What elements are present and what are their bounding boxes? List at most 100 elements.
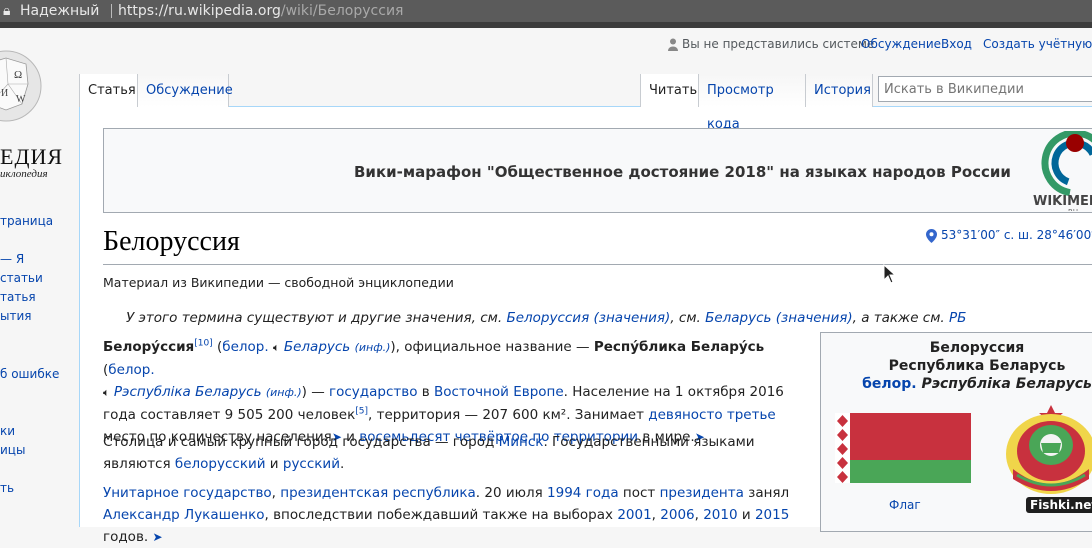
url-path: /wiki/Белоруссия (280, 3, 404, 19)
watermark: Fishki.net (1026, 497, 1092, 513)
text: и (265, 456, 283, 472)
wikimedia-logo[interactable]: WIKIMEDI RU (1030, 131, 1092, 211)
infobox-official-name: Республика Беларусь (888, 358, 1066, 374)
text: , (271, 485, 281, 501)
reference-link[interactable]: [10] (194, 339, 212, 349)
link-russian-lang[interactable]: русский (283, 456, 340, 472)
text: , территория — 207 600 км². Занимает (368, 407, 649, 423)
link-rb-audio[interactable]: Рэспубліка Беларусь (114, 384, 262, 400)
link-belor[interactable]: белор. (862, 376, 916, 392)
flag-caption[interactable]: Флаг (889, 498, 921, 512)
link-belor[interactable]: белор. (222, 339, 268, 355)
reference-link[interactable]: [5] (355, 407, 368, 417)
address-separator (111, 4, 112, 18)
sidebar-link[interactable]: ытия (0, 309, 31, 323)
link-belor[interactable]: белор. (108, 362, 154, 378)
link-belarus-audio[interactable]: Беларусь (284, 339, 350, 355)
text: . 20 июля (475, 485, 548, 501)
arrow-icon[interactable]: ➤ (153, 530, 163, 544)
sidebar-link[interactable]: статьи (0, 271, 43, 285)
user-icon (668, 38, 678, 51)
text: и (737, 507, 755, 523)
text: ), официальное название — (390, 339, 594, 355)
link-2010[interactable]: 2010 (703, 507, 737, 523)
infobox-local-name-text: Рэспубліка Беларусь (921, 376, 1092, 392)
link-president[interactable]: президента (660, 485, 744, 501)
banner-text: Вики-марафон "Общественное достояние 201… (354, 163, 1011, 181)
address-bar[interactable]: 🔒︎ Надежный https://ru.wikipedia.org/wik… (0, 0, 1092, 22)
wikipedia-logo[interactable]: Ω И W (0, 44, 44, 136)
link-lukashenko[interactable]: Александр Лукашенко (103, 507, 265, 523)
mouse-cursor-icon (883, 264, 897, 284)
svg-text:Ω: Ω (14, 69, 22, 81)
hatnote-text: У этого термина существуют и другие знач… (126, 310, 507, 326)
sidebar-link[interactable]: ть (0, 481, 14, 495)
link-belarussia-disambig[interactable]: Белоруссия (значения) (506, 310, 670, 326)
link-2015[interactable]: 2015 (755, 507, 789, 523)
link-rb[interactable]: РБ (949, 310, 966, 326)
coat-of-arms-of-belarus[interactable] (1003, 399, 1092, 499)
logo-tagline: иклопедия (0, 168, 48, 180)
link-info[interactable]: (инф.) (355, 341, 391, 354)
text: занял (743, 485, 790, 501)
capital-paragraph: Столица и самый крупный город государств… (103, 431, 803, 475)
link-93rd[interactable]: девяносто третье (648, 407, 776, 423)
url-text[interactable]: https://ru.wikipedia.org/wiki/Белоруссия (118, 0, 403, 22)
tab-article[interactable]: Статья (79, 74, 137, 107)
personal-toolbar: Вы не представились системе Обсуждение В… (668, 37, 1092, 53)
tab-read[interactable]: Читать (640, 74, 698, 107)
text: ) — (301, 384, 330, 400)
tab-view-source[interactable]: Просмотр кода (698, 74, 805, 132)
site-subtitle: Материал из Википедии — свободной энцикл… (103, 275, 454, 290)
search-input[interactable] (878, 76, 1092, 102)
text: . (339, 456, 345, 472)
flag-of-belarus[interactable] (835, 413, 971, 483)
wiki-marathon-banner[interactable]: Вики-марафон "Общественное достояние 201… (103, 128, 1092, 213)
hatnote-text: , а также см. (852, 310, 949, 326)
speaker-icon[interactable]: 🔈︎ (273, 341, 280, 354)
tab-history[interactable]: История (805, 74, 873, 107)
svg-text:W: W (16, 94, 26, 105)
page-title: Белоруссия (103, 226, 240, 257)
link-belarusian-lang[interactable]: белорусский (175, 456, 266, 472)
link-presidential-republic[interactable]: президентская республика (280, 485, 476, 501)
sidebar-link[interactable]: ки (0, 424, 15, 438)
hatnote: У этого термина существуют и другие знач… (126, 310, 966, 326)
infobox-header: Белоруссия Республика Беларусь белор. Рэ… (821, 339, 1092, 393)
sidebar-link[interactable]: траница (0, 214, 53, 228)
link-minsk[interactable]: Минск (499, 434, 544, 450)
title-divider (103, 264, 1092, 265)
infobox-title: Белоруссия (929, 340, 1025, 356)
lock-icon: 🔒︎ (3, 3, 11, 19)
login-link[interactable]: Вход (941, 37, 972, 51)
coordinates-text[interactable]: 53°31′00″ с. ш. 28°46′00″ в. (941, 228, 1092, 242)
sidebar-link[interactable]: татья (0, 290, 36, 304)
government-paragraph: Унитарное государство, президентская рес… (103, 485, 790, 545)
bold-term: Респу́блика Белару́сь (593, 339, 765, 355)
text: , впоследствии побеждавший также на выбо… (264, 507, 618, 523)
link-2001[interactable]: 2001 (617, 507, 651, 523)
speaker-icon[interactable]: 🔈︎ (103, 386, 110, 399)
create-account-link[interactable]: Создать учётную за (983, 37, 1092, 51)
text: пост (618, 485, 660, 501)
map-pin-icon (926, 229, 937, 243)
svg-text:WIKIMEDI: WIKIMEDI (1033, 194, 1092, 209)
tab-talk[interactable]: Обсуждение (137, 74, 233, 107)
sidebar-link[interactable]: б ошибке (0, 367, 59, 381)
secure-label: Надежный (20, 3, 100, 19)
link-info[interactable]: (инф.) (266, 386, 302, 399)
infobox-local-name: белор. Рэспубліка Беларусь (821, 375, 1092, 393)
sidebar-link[interactable]: ицы (0, 443, 25, 457)
link-unitary-state[interactable]: Унитарное государство (103, 485, 272, 501)
link-1994[interactable]: 1994 года (547, 485, 619, 501)
link-state[interactable]: государство (329, 384, 417, 400)
link-eastern-europe[interactable]: Восточной Европе (434, 384, 564, 400)
hatnote-text: , см. (670, 310, 706, 326)
sidebar-link[interactable]: — Я (0, 252, 24, 266)
logo-wordmark: ЕДИЯ (0, 144, 64, 169)
link-2006[interactable]: 2006 (660, 507, 694, 523)
text: ( (212, 339, 223, 355)
link-belarus-disambig[interactable]: Беларусь (значения) (705, 310, 853, 326)
svg-text:RU: RU (1068, 208, 1078, 211)
personal-talk-link[interactable]: Обсуждение (861, 37, 941, 51)
